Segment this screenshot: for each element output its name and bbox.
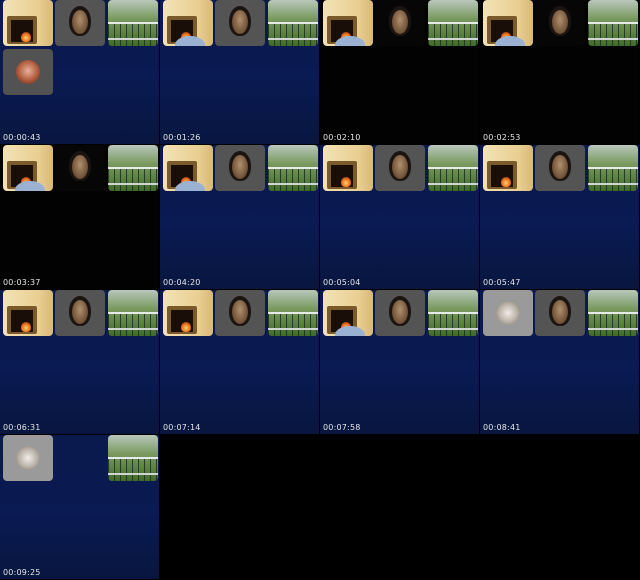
person-head [495,36,525,46]
fireplace-icon [7,16,37,44]
video-frame-thumbnail[interactable]: 00:07:14 [160,290,319,434]
participant-video-face [55,145,105,191]
avatar-icon [496,301,520,325]
participant-video-balcony [428,290,478,336]
frame-timestamp: 00:03:37 [3,278,41,287]
participant-video-face [215,290,265,336]
frame-timestamp: 00:05:47 [483,278,521,287]
video-frame-thumbnail[interactable]: 00:03:37 [0,145,159,289]
participant-video-face [375,290,425,336]
face-icon [392,155,408,179]
participant-video-face [55,290,105,336]
face-icon [392,300,408,324]
video-frame-thumbnail[interactable]: 00:05:47 [480,145,639,289]
avatar-icon [16,60,40,84]
participant-video-face [375,145,425,191]
participant-video-face [375,0,425,46]
video-frame-thumbnail[interactable]: 00:09:25 [0,435,159,579]
fireplace-icon [167,306,197,334]
fireplace-icon [327,161,357,189]
face-icon [552,155,568,179]
video-frame-thumbnail[interactable]: 00:05:04 [320,145,479,289]
fireplace-icon [7,306,37,334]
frame-timestamp: 00:04:20 [163,278,201,287]
participant-video-room [3,290,53,336]
participant-video-balcony [428,0,478,46]
participant-video-face [215,0,265,46]
fireplace-icon [487,161,517,189]
participant-video-room [3,145,53,191]
participant-video-room [163,0,213,46]
participant-video-room [483,145,533,191]
participant-video-balcony [428,145,478,191]
participant-video-face [535,145,585,191]
face-icon [72,300,88,324]
person-head [175,181,205,191]
participant-video-room [323,145,373,191]
face-icon [552,300,568,324]
participant-video-face [535,0,585,46]
participant-avatar [3,49,53,95]
face-icon [72,155,88,179]
participant-video-balcony [108,145,158,191]
frame-timestamp: 00:06:31 [3,423,41,432]
participant-video-face [535,290,585,336]
participant-video-balcony [268,290,318,336]
frame-timestamp: 00:02:10 [323,133,361,142]
contact-sheet-grid: 00:00:43 00:01:26 00:02:10 00:02:53 00:03:37… [0,0,640,580]
video-frame-thumbnail[interactable]: 00:08:41 [480,290,639,434]
frame-timestamp: 00:02:53 [483,133,521,142]
face-icon [232,155,248,179]
frame-timestamp: 00:01:26 [163,133,201,142]
frame-timestamp: 00:05:04 [323,278,361,287]
video-frame-thumbnail[interactable]: 00:00:43 [0,0,159,144]
participant-video-room [483,0,533,46]
participant-video-face [215,145,265,191]
face-icon [552,10,568,34]
participant-video-room [323,0,373,46]
participant-video-balcony [268,145,318,191]
person-head [335,326,365,336]
video-frame-thumbnail[interactable]: 00:06:31 [0,290,159,434]
frame-timestamp: 00:07:14 [163,423,201,432]
participant-video-room [3,0,53,46]
participant-video-balcony [108,290,158,336]
avatar-icon [16,446,40,470]
participant-video-balcony [588,0,638,46]
video-frame-thumbnail[interactable]: 00:02:10 [320,0,479,144]
person-head [335,36,365,46]
person-head [15,181,45,191]
participant-video-room [163,145,213,191]
face-icon [232,300,248,324]
video-frame-thumbnail[interactable]: 00:04:20 [160,145,319,289]
video-frame-thumbnail[interactable]: 00:07:58 [320,290,479,434]
frame-timestamp: 00:09:25 [3,568,41,577]
participant-video-room [163,290,213,336]
face-icon [72,10,88,34]
participant-avatar [3,435,53,481]
participant-avatar [483,290,533,336]
video-frame-thumbnail[interactable]: 00:01:26 [160,0,319,144]
participant-video-balcony [588,145,638,191]
participant-video-balcony [108,435,158,481]
participant-video-balcony [108,0,158,46]
participant-video-room [323,290,373,336]
face-icon [232,10,248,34]
participant-video-balcony [588,290,638,336]
participant-video-face [55,0,105,46]
frame-timestamp: 00:00:43 [3,133,41,142]
frame-timestamp: 00:08:41 [483,423,521,432]
person-head [175,36,205,46]
frame-timestamp: 00:07:58 [323,423,361,432]
face-icon [392,10,408,34]
participant-video-balcony [268,0,318,46]
video-frame-thumbnail[interactable]: 00:02:53 [480,0,639,144]
